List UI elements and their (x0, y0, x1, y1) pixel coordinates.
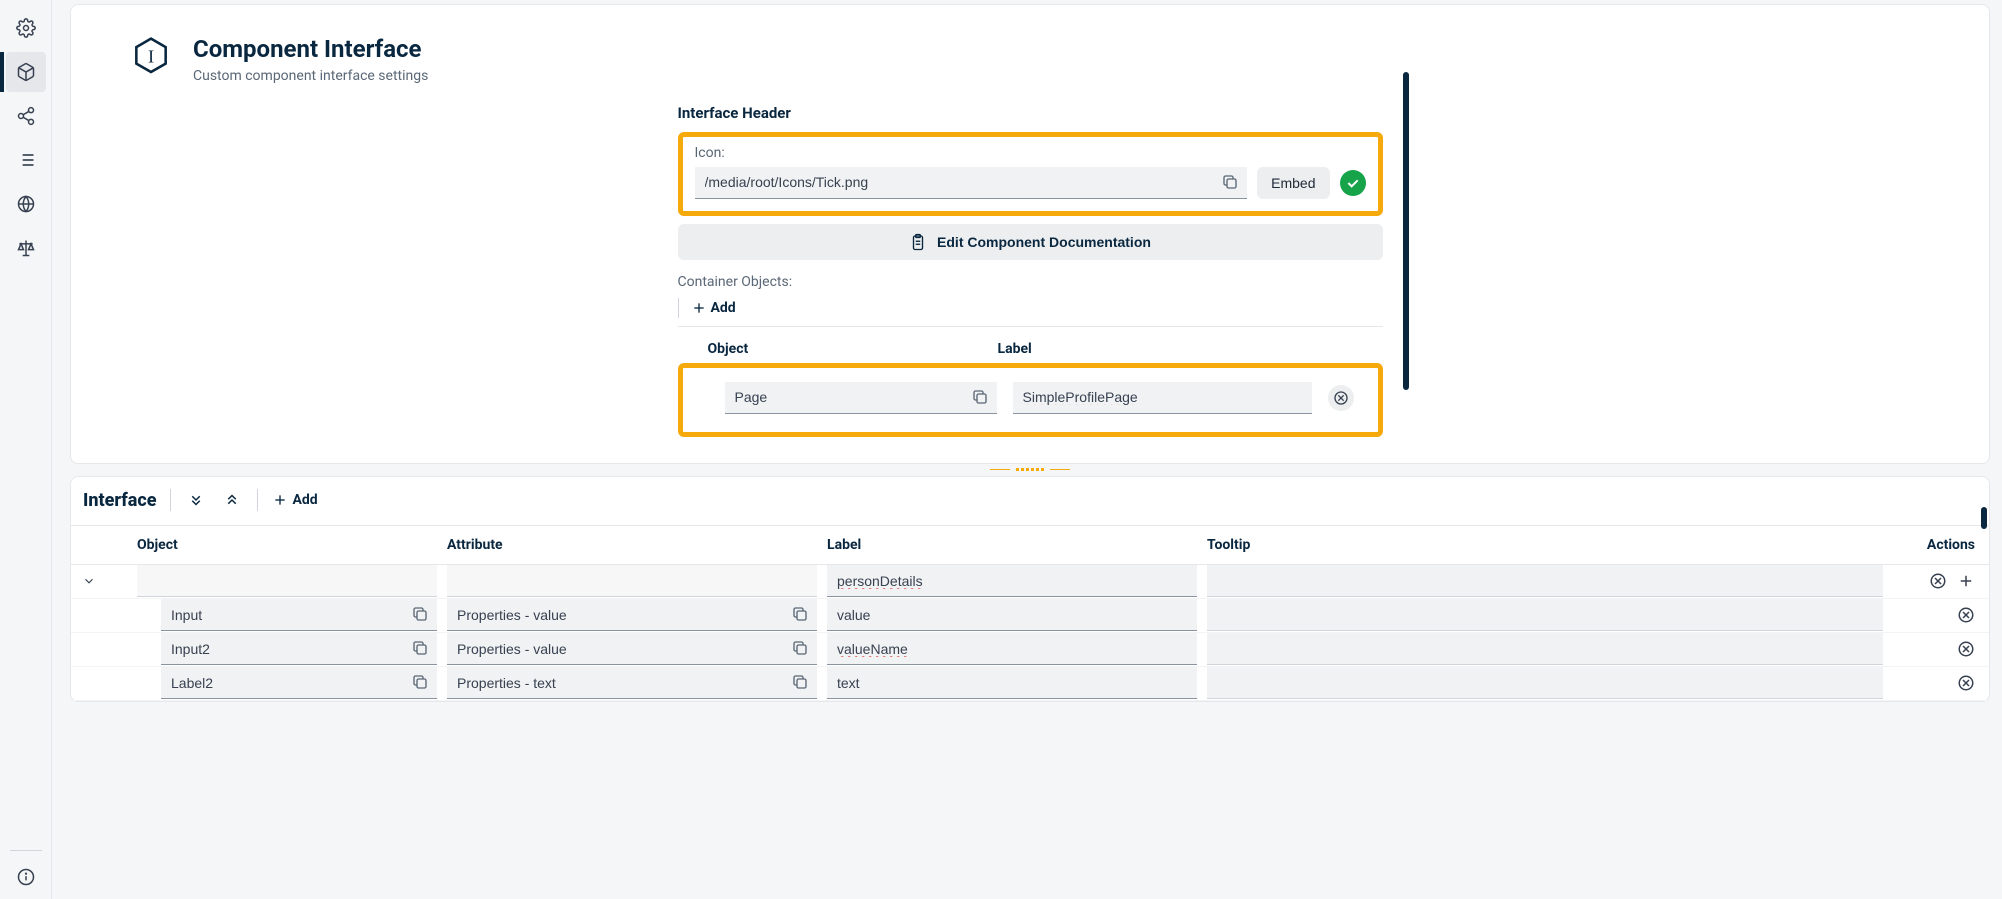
share-icon (16, 106, 36, 126)
sidebar-info[interactable] (6, 857, 46, 897)
browse-icon[interactable] (791, 605, 809, 623)
container-add-button[interactable]: Add (691, 300, 736, 316)
status-ok-icon (1340, 170, 1366, 196)
remove-row-button[interactable] (1328, 385, 1354, 411)
table-row (71, 565, 1989, 599)
sidebar-component[interactable] (6, 52, 46, 92)
browse-icon[interactable] (1221, 173, 1239, 191)
row-label-input[interactable] (827, 633, 1197, 665)
cube-icon (16, 62, 36, 82)
row-add-button[interactable] (1957, 572, 1975, 590)
sidebar-list[interactable] (6, 140, 46, 180)
edit-doc-label: Edit Component Documentation (937, 234, 1151, 250)
settings-card: I Component Interface Custom component i… (70, 4, 1990, 464)
right-scroll-indicator (1403, 72, 1409, 390)
table-row (71, 667, 1989, 701)
panel-resize-handle[interactable] (70, 468, 1990, 472)
interface-hex-icon: I (129, 35, 173, 79)
sidebar-share[interactable] (6, 96, 46, 136)
container-label-input[interactable] (1013, 382, 1312, 414)
row-tooltip-input[interactable] (1207, 565, 1883, 597)
col-object: Object (107, 537, 447, 553)
interface-add-button[interactable]: Add (272, 492, 317, 508)
svg-text:I: I (148, 47, 154, 67)
edit-documentation-button[interactable]: Edit Component Documentation (678, 224, 1383, 260)
row-object-input[interactable] (161, 633, 437, 665)
row-tooltip-input[interactable] (1207, 667, 1883, 699)
col-actions: Actions (1893, 537, 1989, 553)
row-tooltip-input[interactable] (1207, 599, 1883, 631)
row-tooltip-input[interactable] (1207, 633, 1883, 665)
chevrons-up-icon (223, 491, 241, 509)
browse-icon[interactable] (411, 673, 429, 691)
sidebar-divider (10, 850, 42, 851)
row-toggle[interactable] (82, 574, 96, 588)
container-objects-label: Container Objects: (678, 274, 1383, 290)
object-row-highlight (678, 363, 1383, 437)
col-label: Label (827, 537, 1207, 553)
row-delete-button[interactable] (1929, 572, 1947, 590)
table-row (71, 633, 1989, 667)
sidebar-balance[interactable] (6, 228, 46, 268)
embed-button[interactable]: Embed (1257, 167, 1329, 199)
table-scroll-indicator (1981, 507, 1987, 529)
icon-highlight-box: Icon: Embed (678, 132, 1383, 216)
interface-header-title: Interface Header (678, 104, 1383, 122)
table-row (71, 599, 1989, 633)
row-object-input[interactable] (161, 667, 437, 699)
container-object-input[interactable] (725, 382, 997, 414)
balance-icon (16, 238, 36, 258)
browse-icon[interactable] (791, 639, 809, 657)
sidebar-settings[interactable] (6, 8, 46, 48)
browse-icon[interactable] (971, 388, 989, 406)
info-icon (16, 867, 36, 887)
interface-title: Interface (83, 490, 156, 511)
clipboard-icon (909, 233, 927, 251)
plus-icon (691, 300, 707, 316)
plus-icon (272, 492, 288, 508)
icon-path-input[interactable] (695, 167, 1248, 199)
row-attribute-input[interactable] (447, 599, 817, 631)
browse-icon[interactable] (411, 639, 429, 657)
row-delete-button[interactable] (1957, 674, 1975, 692)
col-tooltip: Tooltip (1207, 537, 1893, 553)
icon-label: Icon: (695, 145, 1366, 161)
interface-panel: Interface Add Object Attribute Label Too… (70, 476, 1990, 702)
col-label-header: Label (998, 341, 1353, 357)
globe-icon (16, 194, 36, 214)
list-icon (16, 150, 36, 170)
gear-icon (16, 18, 36, 38)
page-subtitle: Custom component interface settings (193, 68, 428, 84)
row-object-input[interactable] (161, 599, 437, 631)
row-label-input[interactable] (827, 599, 1197, 631)
collapse-all-button[interactable] (221, 489, 243, 511)
row-object-input[interactable] (137, 565, 437, 597)
browse-icon[interactable] (791, 673, 809, 691)
row-delete-button[interactable] (1957, 606, 1975, 624)
app-sidebar (0, 0, 52, 899)
row-delete-button[interactable] (1957, 640, 1975, 658)
row-attribute-input[interactable] (447, 667, 817, 699)
row-label-input[interactable] (827, 667, 1197, 699)
row-label-input[interactable] (827, 565, 1197, 597)
chevrons-down-icon (187, 491, 205, 509)
browse-icon[interactable] (411, 605, 429, 623)
col-object-header: Object (708, 341, 998, 357)
row-attribute-input[interactable] (447, 565, 817, 597)
col-attribute: Attribute (447, 537, 827, 553)
row-attribute-input[interactable] (447, 633, 817, 665)
sidebar-globe[interactable] (6, 184, 46, 224)
close-circle-icon (1333, 390, 1349, 406)
expand-all-button[interactable] (185, 489, 207, 511)
page-title: Component Interface (193, 35, 428, 64)
